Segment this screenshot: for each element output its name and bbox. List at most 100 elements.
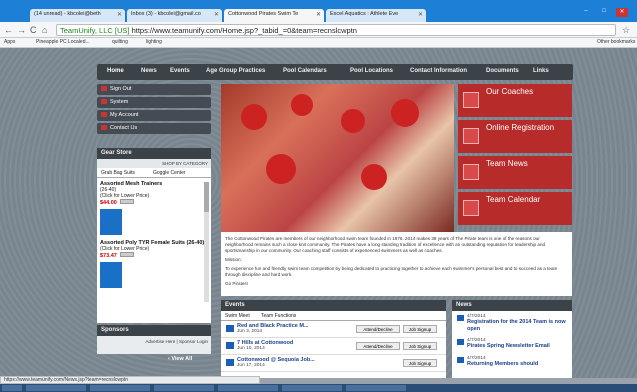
- home-icon[interactable]: ⌂: [42, 25, 47, 35]
- news-item: 4/7/2014 Pirates Spring Newsletter Email: [455, 338, 569, 350]
- bookmark-item[interactable]: Pineapple PC Localed...: [36, 39, 90, 45]
- team-calendar-button[interactable]: Team Calendar: [458, 192, 572, 225]
- job-signup-button[interactable]: Job Signup: [403, 342, 437, 350]
- gear-scrollbar[interactable]: [204, 182, 209, 302]
- taskbar-item[interactable]: [346, 385, 406, 391]
- browser-tab[interactable]: Inbox (3) - kbcolei@gmail.co ✕: [127, 9, 222, 22]
- close-icon[interactable]: ✕: [117, 11, 122, 18]
- scroll-thumb[interactable]: [204, 182, 209, 212]
- mail-icon: [101, 125, 107, 131]
- nav-news[interactable]: News: [141, 68, 157, 74]
- start-button[interactable]: [2, 385, 22, 391]
- bookmark-apps[interactable]: Apps: [4, 39, 15, 45]
- taskbar-item[interactable]: [90, 385, 150, 391]
- news-item: 4/7/2014 Registration for the 2014 Team …: [455, 314, 569, 332]
- photo-swimmer: [341, 109, 365, 133]
- visit-store-link[interactable]: ‹ Visit Store: [160, 315, 190, 321]
- sign-out-button[interactable]: Sign Out: [97, 84, 211, 95]
- tab-goggle-center[interactable]: Goggle Center: [153, 170, 186, 176]
- browser-tab[interactable]: Excel Aquatics : Athlete Eve ✕: [326, 9, 426, 22]
- browser-tab-active[interactable]: Cottonwood Pirates Swim Te ✕: [224, 9, 324, 22]
- job-signup-button[interactable]: Job Signup: [403, 325, 437, 333]
- news-item: 4/7/2014 Returning Members should: [455, 356, 569, 368]
- shop-by-category[interactable]: SHOP BY CATEGORY: [97, 159, 211, 168]
- nav-pool-locations[interactable]: Pool Locations: [350, 68, 393, 74]
- buy-button[interactable]: [119, 199, 134, 204]
- page-viewport: Home News Events Age Group Practices Poo…: [0, 48, 637, 378]
- buy-button[interactable]: [119, 252, 134, 257]
- taskbar-item[interactable]: [218, 385, 278, 391]
- nav-contact[interactable]: Contact Information: [410, 68, 467, 74]
- view-all-link[interactable]: ‹ View All: [168, 356, 192, 362]
- news-icon: [463, 164, 479, 180]
- gear-product-list: Assorted Mesh Trainers (26-40) (Click fo…: [97, 178, 211, 323]
- tab-grab-bag[interactable]: Grab Bag Suits: [101, 170, 135, 176]
- contact-us-button[interactable]: Contact Us: [97, 123, 211, 134]
- team-news-button[interactable]: Team News: [458, 156, 572, 189]
- close-icon[interactable]: ✕: [316, 11, 321, 18]
- sponsors-box[interactable]: Advertise Here | Sponsor Login: [97, 336, 211, 354]
- browser-tab-strip: (14 unread) - kbcolei@beth ✕ Inbox (3) - …: [0, 0, 637, 22]
- reload-icon[interactable]: C: [30, 25, 37, 35]
- star-icon[interactable]: ☆: [622, 25, 630, 36]
- tab-team-functions[interactable]: Team Functions: [261, 313, 296, 319]
- nav-home[interactable]: Home: [107, 68, 124, 74]
- bookmark-other[interactable]: Other bookmarks: [597, 39, 635, 45]
- system-icon: [101, 99, 107, 105]
- window-close-icon[interactable]: ✕: [616, 8, 628, 17]
- nav-documents[interactable]: Documents: [486, 68, 519, 74]
- photo-swimmer: [391, 99, 419, 127]
- url-field[interactable]: TeamUnify, LLC [US] https://www.teamunif…: [56, 24, 616, 36]
- maximize-icon[interactable]: □: [598, 8, 610, 17]
- team-photo: [221, 84, 454, 232]
- attend-decline-button[interactable]: Attend/Decline: [356, 325, 400, 333]
- news-box: 4/7/2014 Registration for the 2014 Team …: [452, 311, 572, 378]
- event-icon: [226, 325, 234, 332]
- event-row: Red and Black Practice M... Jun 3, 2014 …: [221, 321, 446, 338]
- event-tabs: Swim Meet Team Functions: [221, 311, 446, 321]
- registration-icon: [463, 128, 479, 144]
- taskbar-item[interactable]: [282, 385, 342, 391]
- minimize-icon[interactable]: –: [580, 8, 592, 17]
- our-coaches-button[interactable]: Our Coaches: [458, 84, 572, 117]
- nav-events[interactable]: Events: [170, 68, 190, 74]
- product-image[interactable]: [100, 262, 122, 288]
- bookmark-item[interactable]: quilting: [112, 39, 128, 45]
- news-item-icon: [457, 356, 464, 363]
- back-icon[interactable]: ←: [4, 25, 13, 35]
- taskbar: [0, 384, 637, 392]
- nav-age-group[interactable]: Age Group Practices: [206, 68, 265, 74]
- online-registration-button[interactable]: Online Registration: [458, 120, 572, 153]
- left-column: Sign Out System My Account Contact Us Ge…: [97, 84, 211, 323]
- intro-text: The Cottonwood Pirates are members of ou…: [221, 232, 572, 296]
- photo-swimmer: [361, 164, 387, 190]
- nav-pool-calendars[interactable]: Pool Calendars: [283, 68, 327, 74]
- taskbar-item[interactable]: [26, 385, 86, 391]
- gear-tabs: Grab Bag Suits Goggle Center: [97, 168, 211, 178]
- browser-tab[interactable]: (14 unread) - kbcolei@beth ✕: [30, 9, 125, 22]
- event-icon: [226, 359, 234, 366]
- job-signup-button[interactable]: Job Signup: [403, 359, 437, 367]
- sponsors-title: Sponsors: [97, 325, 211, 336]
- my-account-button[interactable]: My Account: [97, 110, 211, 121]
- calendar-icon: [463, 200, 479, 216]
- close-icon[interactable]: ✕: [214, 11, 219, 18]
- system-button[interactable]: System: [97, 97, 211, 108]
- attend-decline-button[interactable]: Attend/Decline: [356, 342, 400, 350]
- photo-swimmer: [291, 94, 313, 116]
- event-icon: [226, 342, 234, 349]
- right-column: Our Coaches Online Registration Team New…: [458, 84, 572, 228]
- close-icon[interactable]: ✕: [418, 11, 423, 18]
- taskbar-item[interactable]: [154, 385, 214, 391]
- nav-links[interactable]: Links: [533, 68, 549, 74]
- product-image[interactable]: [100, 209, 122, 235]
- tab-swim-meet[interactable]: Swim Meet: [225, 313, 250, 319]
- coaches-icon: [463, 92, 479, 108]
- events-box: Swim Meet Team Functions Red and Black P…: [221, 311, 446, 378]
- photo-swimmer: [241, 104, 267, 130]
- event-row: Cottonwood @ Sequoia Job... Jun 17, 2014…: [221, 355, 446, 372]
- bookmark-item[interactable]: lighting: [146, 39, 162, 45]
- forward-icon[interactable]: →: [17, 25, 26, 35]
- event-row: 7 Hills at Cottonwood Jun 10, 2014 Atten…: [221, 338, 446, 355]
- address-bar-row: ← → C ⌂ TeamUnify, LLC [US] https://www.…: [0, 22, 637, 38]
